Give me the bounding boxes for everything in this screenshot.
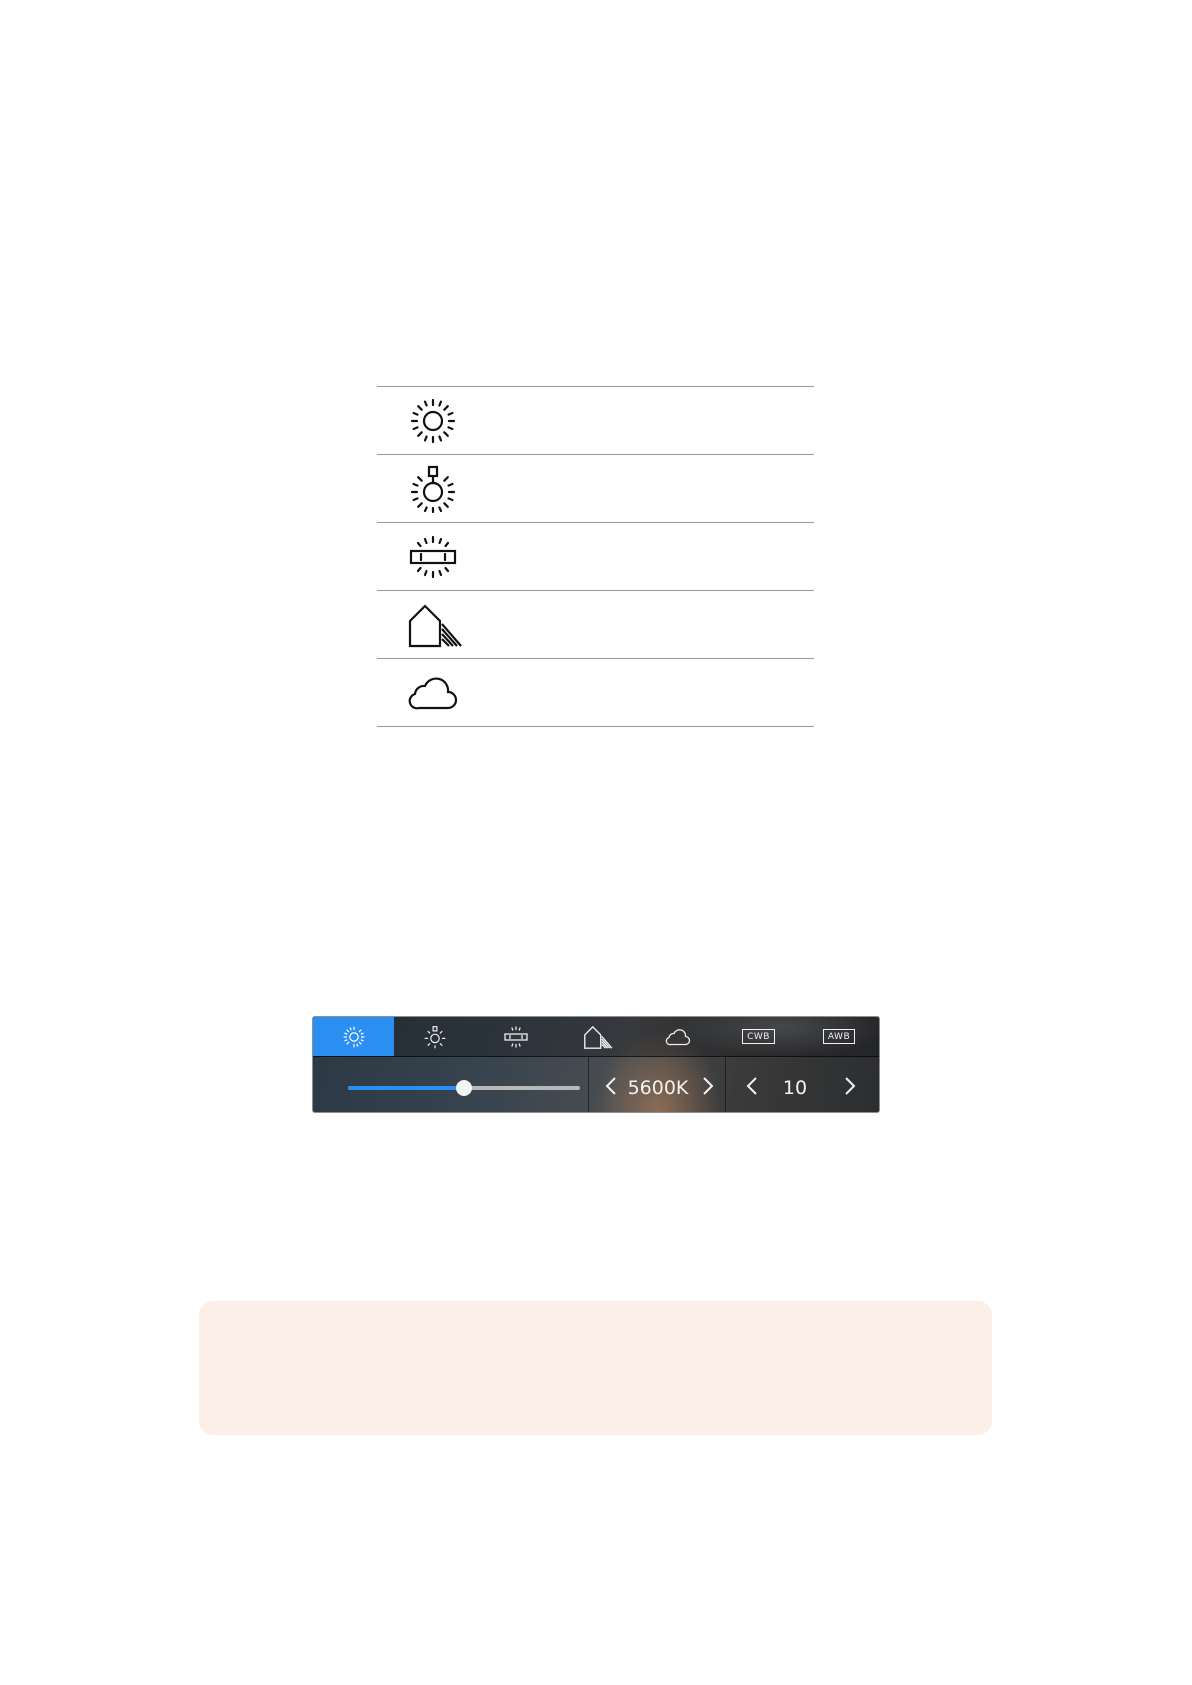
white-balance-value: 5600K: [627, 1077, 689, 1099]
chevron-right-icon: [703, 1077, 714, 1095]
tab-fluorescent[interactable]: [475, 1017, 556, 1056]
white-balance-panel: CWB AWB 5600K 10: [312, 1016, 880, 1113]
slider-fill: [348, 1086, 464, 1090]
shade-house-icon: [583, 1025, 612, 1049]
chevron-left-icon: [605, 1077, 616, 1095]
preset-row-shade: [377, 591, 814, 659]
awb-badge-icon: AWB: [822, 1029, 856, 1044]
preset-row-daylight: [377, 387, 814, 455]
cloud-icon: [401, 668, 465, 718]
tab-custom-white-balance[interactable]: CWB: [718, 1017, 799, 1056]
chevron-right-icon: [845, 1077, 856, 1095]
tint-decrease-button[interactable]: [741, 1067, 763, 1105]
slider-thumb[interactable]: [456, 1080, 472, 1096]
sun-icon: [343, 1026, 364, 1047]
tab-cloudy[interactable]: [637, 1017, 718, 1056]
white-balance-slider[interactable]: [348, 1080, 580, 1096]
white-balance-increase-button[interactable]: [697, 1067, 719, 1105]
tint-value: 10: [782, 1077, 808, 1099]
white-balance-presets-table: [377, 386, 814, 727]
note-box: [199, 1301, 992, 1435]
preset-row-cloudy: [377, 659, 814, 727]
chevron-left-icon: [746, 1077, 757, 1095]
cwb-badge-icon: CWB: [742, 1029, 775, 1044]
tungsten-bulb-icon: [401, 464, 465, 514]
tint-increase-button[interactable]: [839, 1067, 861, 1105]
shade-house-icon: [401, 600, 465, 650]
divider: [588, 1057, 589, 1112]
tab-auto-white-balance[interactable]: AWB: [799, 1017, 879, 1056]
sun-icon: [401, 396, 465, 446]
tungsten-bulb-icon: [424, 1025, 445, 1048]
divider: [725, 1057, 726, 1112]
preset-row-tungsten: [377, 455, 814, 523]
tab-daylight[interactable]: [313, 1017, 394, 1056]
white-balance-tabs: CWB AWB: [313, 1017, 879, 1057]
white-balance-controls: 5600K 10: [313, 1057, 879, 1112]
fluorescent-icon: [503, 1025, 528, 1048]
tab-shade[interactable]: [556, 1017, 637, 1056]
preset-row-fluorescent: [377, 523, 814, 591]
fluorescent-icon: [401, 532, 465, 582]
cloud-icon: [665, 1028, 690, 1045]
tab-tungsten[interactable]: [394, 1017, 475, 1056]
white-balance-decrease-button[interactable]: [600, 1067, 622, 1105]
